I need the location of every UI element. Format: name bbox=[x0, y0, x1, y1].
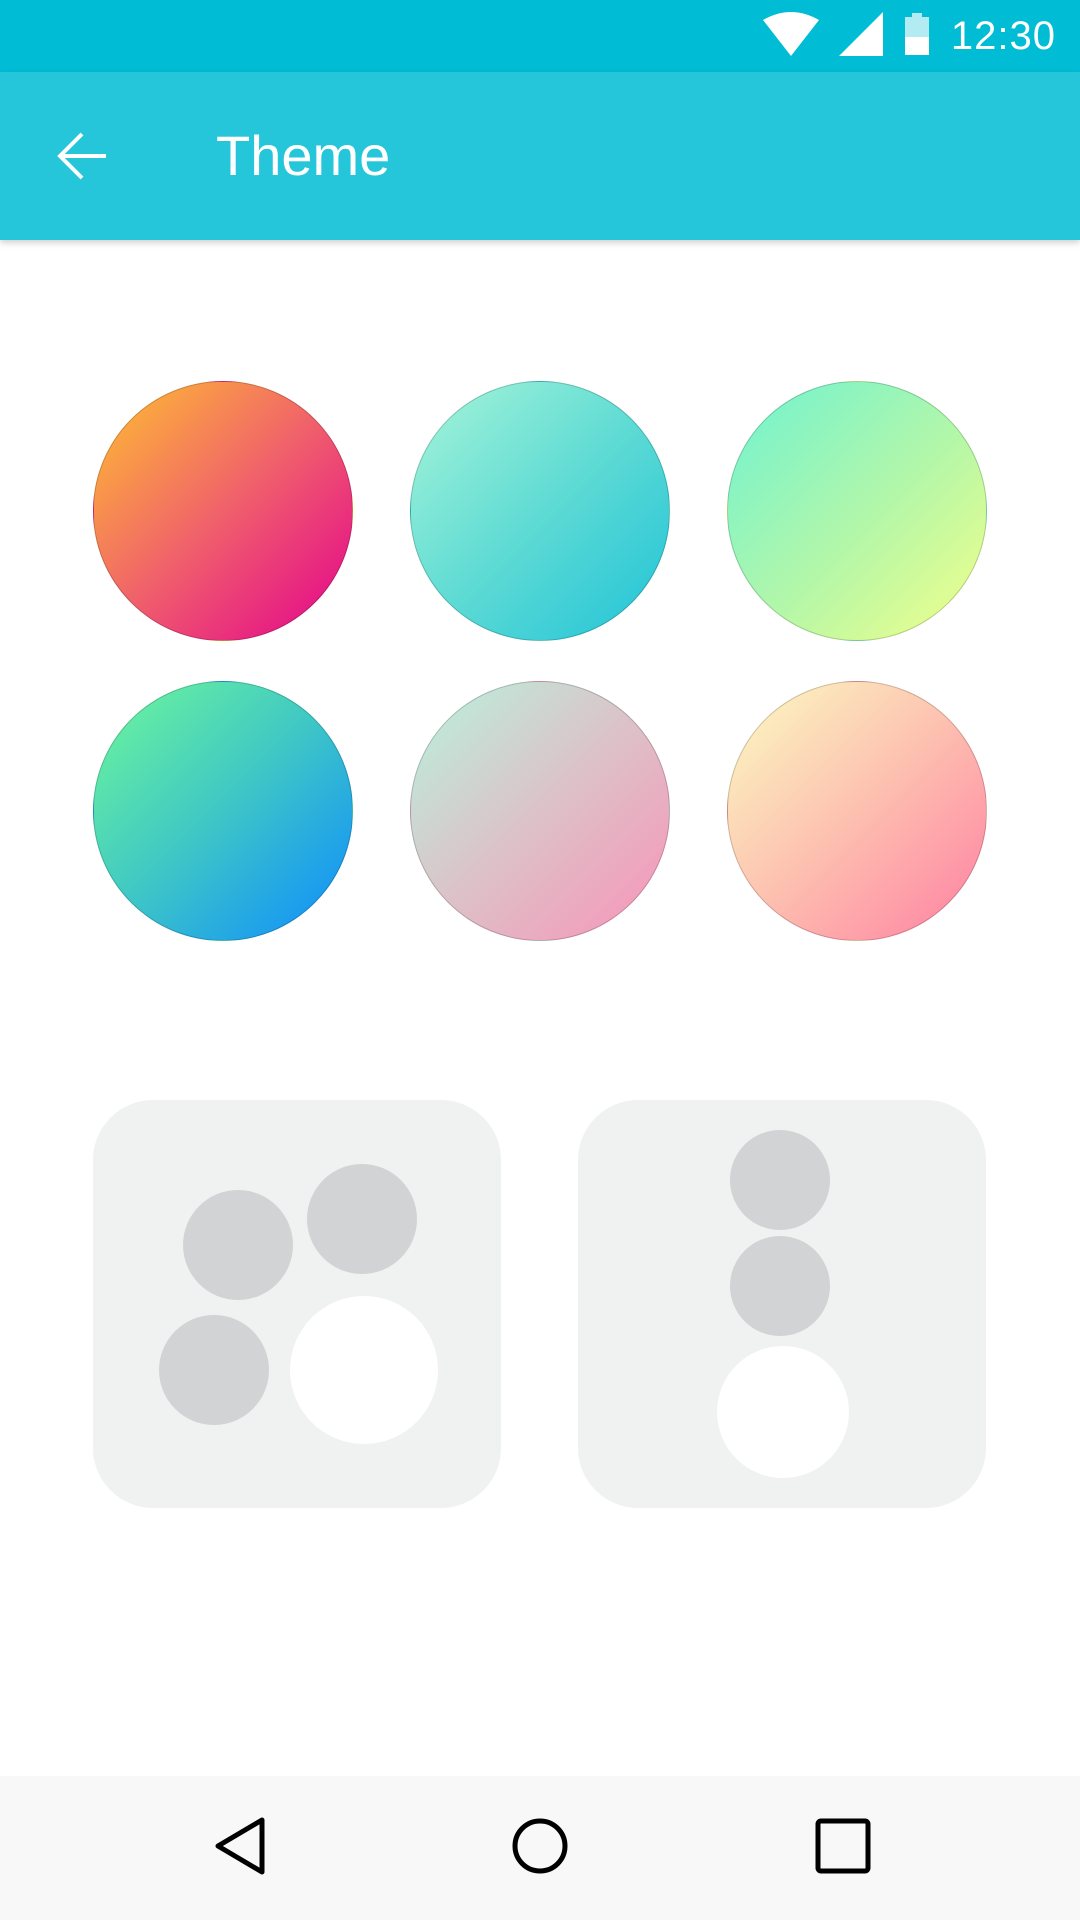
page-title: Theme bbox=[216, 124, 391, 187]
layout-option-cluster[interactable] bbox=[93, 1100, 501, 1508]
swatch-green-blue[interactable] bbox=[93, 681, 353, 941]
app-bar: Theme bbox=[0, 72, 1080, 240]
nav-back-button[interactable] bbox=[190, 1798, 290, 1898]
layout-dot bbox=[730, 1236, 830, 1336]
cell-signal-icon bbox=[838, 11, 883, 61]
layout-dot bbox=[159, 1315, 269, 1425]
status-icons: 12:30 bbox=[762, 0, 1056, 72]
recents-square-icon bbox=[813, 1816, 873, 1881]
back-button[interactable] bbox=[40, 116, 124, 200]
swatch-lime-mint[interactable] bbox=[727, 381, 987, 641]
layout-dot bbox=[307, 1164, 417, 1274]
layout-dot-active bbox=[717, 1346, 849, 1478]
wifi-icon bbox=[762, 11, 819, 61]
status-time: 12:30 bbox=[950, 13, 1056, 58]
swatch-mint-pink[interactable] bbox=[410, 681, 670, 941]
layout-dot bbox=[183, 1190, 293, 1300]
arrow-left-icon bbox=[56, 130, 108, 187]
back-triangle-icon bbox=[210, 1816, 270, 1881]
home-circle-icon bbox=[510, 1816, 570, 1881]
layout-option-column[interactable] bbox=[578, 1100, 986, 1508]
battery-icon bbox=[903, 12, 931, 60]
nav-home-button[interactable] bbox=[490, 1798, 590, 1898]
layout-dot-active bbox=[290, 1296, 438, 1444]
swatch-sunset[interactable] bbox=[93, 381, 353, 641]
nav-recents-button[interactable] bbox=[793, 1798, 893, 1898]
swatch-aqua[interactable] bbox=[410, 381, 670, 641]
swatch-cream-rose[interactable] bbox=[727, 681, 987, 941]
nav-bar bbox=[0, 1776, 1080, 1920]
status-bar: 12:30 bbox=[0, 0, 1080, 72]
layout-dot bbox=[730, 1130, 830, 1230]
